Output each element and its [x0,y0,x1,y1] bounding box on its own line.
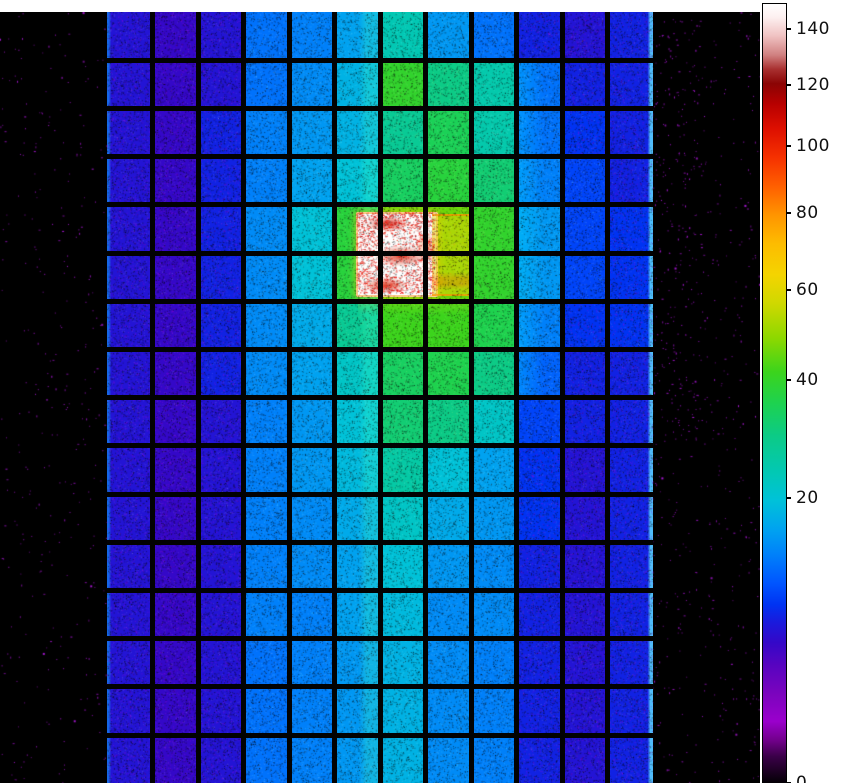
colorbar-tick-mark [786,497,791,500]
grid-line-horizontal [107,298,653,304]
grid-line-horizontal [107,732,653,738]
grid-line-horizontal [107,346,653,352]
grid-line-horizontal [107,202,653,208]
colorbar-tick-label: 20 [796,488,819,509]
detector-heatmap [0,12,760,783]
grid-line-horizontal [107,443,653,449]
grid-line-horizontal [107,684,653,690]
colorbar-tick-label: 0 [796,773,808,783]
colorbar-tick-mark [786,28,791,31]
colorbar-tick-mark [786,84,791,87]
grid-line-horizontal [107,491,653,497]
grid-line-horizontal [107,395,653,401]
grid-line-horizontal [107,539,653,545]
grid-line-horizontal [107,636,653,642]
colorbar-tick-label: 100 [796,136,830,157]
colorbar-tick-label: 60 [796,279,819,300]
colorbar-tick-label: 40 [796,370,819,391]
colorbar-tick-label: 140 [796,19,830,40]
detector-figure: 140 120 100 80 60 40 20 0 [0,0,868,783]
colorbar-tick-mark [786,145,791,148]
grid-line-horizontal [107,587,653,593]
colorbar-tick-mark [786,379,791,382]
colorbar [762,3,787,783]
colorbar-tick-mark [786,212,791,215]
colorbar-tick-mark [786,288,791,291]
grid-line-horizontal [107,154,653,160]
grid-line-horizontal [107,105,653,111]
colorbar-tick-label: 120 [796,75,830,96]
grid-line-horizontal [107,57,653,63]
colorbar-tick-label: 80 [796,203,819,224]
grid-line-horizontal [107,250,653,256]
